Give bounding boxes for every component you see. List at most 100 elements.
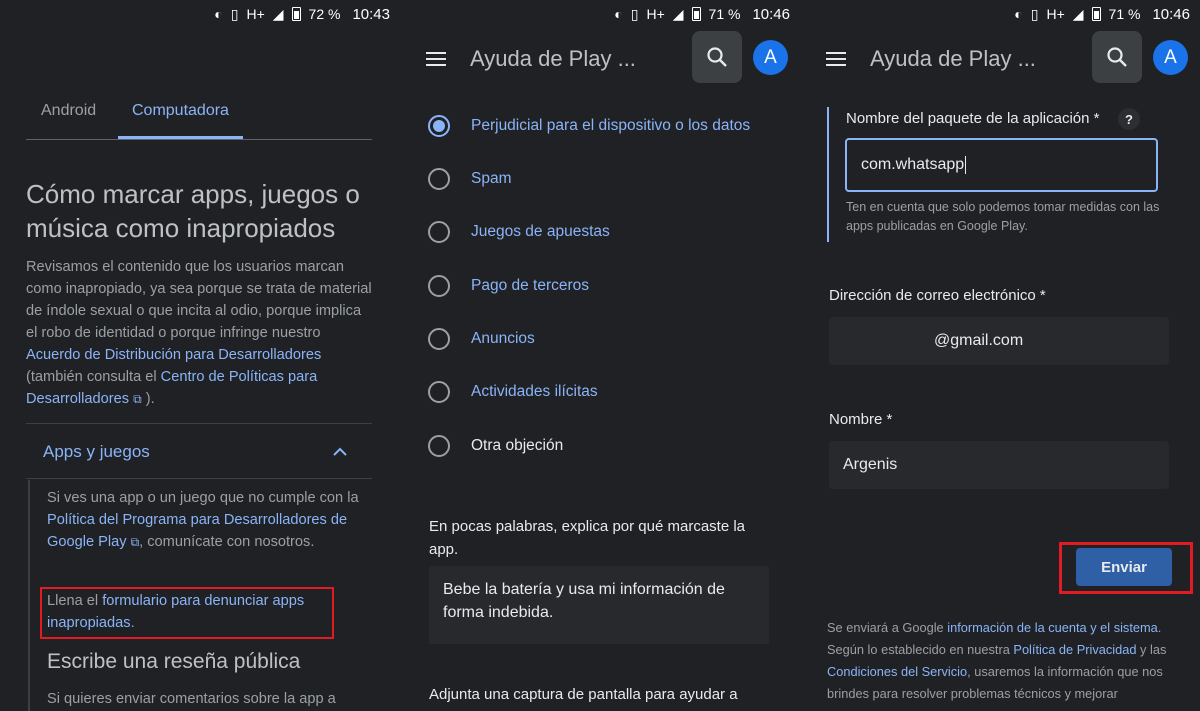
option-label: Perjudicial para el dispositivo o los da…: [471, 117, 751, 134]
package-input[interactable]: com.whatsapp: [845, 138, 1158, 192]
chevron-up-icon[interactable]: [332, 444, 348, 460]
option-label: Actividades ilícitas: [471, 383, 598, 400]
radio-button[interactable]: [428, 221, 450, 243]
app-title: Ayuda de Play ...: [470, 46, 636, 71]
email-value: @gmail.com: [934, 332, 1024, 349]
clock: 10:46: [752, 5, 790, 23]
search-icon: [707, 47, 727, 67]
footer-text: y las: [1136, 642, 1167, 657]
radio-option[interactable]: Actividades ilícitas: [428, 377, 598, 407]
account-info-link[interactable]: información de la cuenta y el sistema: [947, 620, 1158, 635]
option-label: Pago de terceros: [471, 277, 590, 294]
radio-button[interactable]: [428, 328, 450, 350]
intro-end-text: ).: [145, 391, 155, 407]
search-button[interactable]: [1092, 31, 1142, 83]
avatar[interactable]: A: [1153, 40, 1188, 75]
email-field[interactable]: @gmail.com: [829, 317, 1169, 365]
search-button[interactable]: [692, 31, 742, 83]
data-saver-icon: ◐: [614, 6, 623, 22]
radio-option[interactable]: Spam: [428, 164, 512, 194]
radio-option[interactable]: Otra objeción: [428, 431, 563, 461]
signal-icon: ◢: [672, 6, 684, 22]
external-link-icon: ⧉: [130, 535, 140, 549]
footer-text: Se enviará a Google: [827, 620, 948, 635]
signal-icon: ◢: [1072, 6, 1084, 22]
external-link-icon: ⧉: [133, 392, 142, 406]
package-label: Nombre del paquete de la aplicación *: [846, 110, 1100, 127]
option-label: Juegos de apuestas: [471, 223, 610, 240]
radio-option[interactable]: Juegos de apuestas: [428, 217, 610, 247]
signal-icon: ◢: [272, 6, 284, 22]
app-bar: Ayuda de Play ... A: [400, 28, 800, 90]
package-hint: Ten en cuenta que solo podemos tomar med…: [846, 200, 1160, 233]
tab-android[interactable]: Android: [41, 92, 96, 139]
panel-help-article: ◐ ▯ H+ ◢ 72 % 10:43 Android Computadora …: [0, 0, 400, 711]
explain-textarea[interactable]: Bebe la batería y usa mi información de …: [429, 566, 769, 644]
radio-option[interactable]: Perjudicial para el dispositivo o los da…: [428, 111, 750, 141]
menu-icon[interactable]: [426, 52, 446, 66]
text-caret: [965, 156, 967, 174]
explain-label: En pocas palabras, explica por qué marca…: [429, 518, 746, 558]
search-icon: [1107, 47, 1127, 67]
battery-level: 71 %: [708, 6, 741, 22]
battery-icon: [291, 7, 301, 21]
field-group-indicator: [827, 107, 829, 242]
section-heading: Escribe una reseña pública: [47, 650, 301, 673]
intro-text: Revisamos el contenido que los usuarios …: [26, 259, 372, 341]
battery-level: 71 %: [1108, 6, 1141, 22]
app-title: Ayuda de Play ...: [870, 46, 1036, 71]
acc-text-1: Si ves una app o un juego que no cumple …: [47, 490, 359, 506]
terms-link[interactable]: Condiciones del Servicio: [827, 664, 967, 679]
email-label: Dirección de correo electrónico *: [829, 287, 1046, 304]
radio-button[interactable]: [428, 381, 450, 403]
screenshot-label: Adjunta una captura de pantalla para ayu…: [429, 686, 738, 703]
radio-button[interactable]: [428, 168, 450, 190]
status-bar: ◐ ▯ H+ ◢ 72 % 10:43: [0, 0, 400, 28]
option-label: Spam: [471, 170, 512, 187]
avatar[interactable]: A: [753, 40, 788, 75]
accordion-apps-juegos[interactable]: Apps y juegos: [43, 442, 150, 462]
vibrate-icon: ▯: [1030, 6, 1039, 22]
intro-mid-text: (también consulta el: [26, 369, 161, 385]
network-type: H+: [646, 6, 665, 22]
menu-icon[interactable]: [826, 52, 846, 66]
highlight-box: [40, 587, 334, 639]
vibrate-icon: ▯: [630, 6, 639, 22]
acc-text-1-end: , comunícate con nosotros.: [139, 534, 315, 550]
privacy-policy-link[interactable]: Política de Privacidad: [1013, 642, 1136, 657]
tab-computadora[interactable]: Computadora: [118, 92, 243, 139]
radio-button[interactable]: [428, 275, 450, 297]
app-bar: Ayuda de Play ... A: [800, 28, 1200, 90]
page-title: Cómo marcar apps, juegos o música como i…: [26, 179, 360, 243]
accordion-paragraph-1: Si ves una app o un juego que no cumple …: [47, 487, 372, 553]
status-bar: ◐ ▯ H+ ◢ 71 % 10:46: [800, 0, 1200, 28]
radio-option[interactable]: Pago de terceros: [428, 271, 589, 301]
name-label: Nombre *: [829, 411, 893, 428]
clock: 10:46: [1152, 5, 1190, 23]
clock: 10:43: [352, 5, 390, 23]
platform-tabs: Android Computadora: [26, 92, 372, 140]
privacy-footer: Se enviará a Google información de la cu…: [827, 617, 1187, 705]
intro-paragraph: Revisamos el contenido que los usuarios …: [26, 256, 376, 410]
name-value: Argenis: [843, 456, 898, 473]
developer-agreement-link[interactable]: Acuerdo de Distribución para Desarrollad…: [26, 347, 321, 363]
accordion-border: [28, 480, 30, 711]
panel-report-form-details: ◐ ▯ H+ ◢ 71 % 10:46 Ayuda de Play ... A …: [800, 0, 1200, 711]
bottom-paragraph: Si quieres enviar comentarios sobre la a…: [47, 691, 336, 707]
radio-button[interactable]: [428, 115, 450, 137]
divider: [26, 423, 372, 424]
panel-report-form-options: ◐ ▯ H+ ◢ 71 % 10:46 Ayuda de Play ... A …: [400, 0, 800, 711]
option-label: Otra objeción: [471, 437, 564, 454]
network-type: H+: [1046, 6, 1065, 22]
radio-option[interactable]: Anuncios: [428, 324, 535, 354]
name-field[interactable]: Argenis: [829, 441, 1169, 489]
radio-button[interactable]: [428, 435, 450, 457]
network-type: H+: [246, 6, 265, 22]
option-label: Anuncios: [471, 330, 535, 347]
help-icon[interactable]: ?: [1118, 108, 1140, 130]
data-saver-icon: ◐: [1014, 6, 1023, 22]
battery-icon: [691, 7, 701, 21]
package-value: com.whatsapp: [861, 156, 965, 173]
vibrate-icon: ▯: [230, 6, 239, 22]
status-bar: ◐ ▯ H+ ◢ 71 % 10:46: [400, 0, 800, 28]
